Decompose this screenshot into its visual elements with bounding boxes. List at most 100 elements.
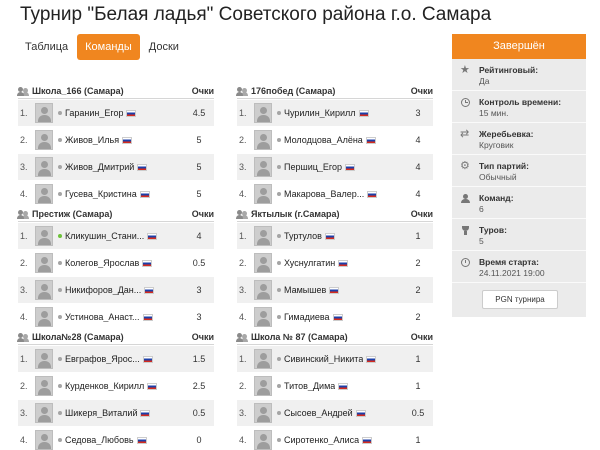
- avatar[interactable]: [254, 403, 272, 423]
- team-icon: [17, 209, 30, 219]
- player-row: 2. Молодцова_Алёна 4: [237, 127, 433, 153]
- avatar[interactable]: [254, 103, 272, 123]
- avatar[interactable]: [35, 376, 53, 396]
- status-dot-icon: [58, 192, 62, 196]
- team-block: Школа№28 (Самара) Очки 1. Евграфов_Ярос... 1…: [17, 331, 214, 450]
- tab-teams[interactable]: Команды: [77, 34, 140, 60]
- player-name[interactable]: Колегов_Ярослав: [65, 258, 139, 268]
- avatar[interactable]: [35, 130, 53, 150]
- player-name[interactable]: Курденков_Кирилл: [65, 381, 144, 391]
- russia-flag-icon: [367, 190, 378, 198]
- avatar[interactable]: [35, 280, 53, 300]
- status-dot-icon: [277, 234, 281, 238]
- avatar[interactable]: [254, 130, 272, 150]
- avatar[interactable]: [35, 307, 53, 327]
- player-name[interactable]: Першиц_Егор: [284, 162, 342, 172]
- player-name[interactable]: Сивинский_Никита: [284, 354, 363, 364]
- player-name[interactable]: Гусева_Кристина: [65, 189, 137, 199]
- player-name[interactable]: Туртулов: [284, 231, 322, 241]
- russia-flag-icon: [147, 232, 158, 240]
- russia-flag-icon: [345, 163, 355, 171]
- player-row: 1. Туртулов 1: [237, 223, 433, 249]
- tab-table[interactable]: Таблица: [18, 34, 75, 60]
- avatar[interactable]: [35, 103, 53, 123]
- player-name[interactable]: Никифоров_Дан...: [65, 285, 141, 295]
- status-dot-icon: [58, 384, 62, 388]
- player-name[interactable]: Устинова_Анаст...: [65, 312, 140, 322]
- status-dot-icon: [58, 261, 62, 265]
- team-header: Школа_166 (Самара) Очки: [17, 85, 214, 99]
- tab-boards[interactable]: Доски: [142, 34, 186, 60]
- player-row: 1. Евграфов_Ярос... 1.5: [18, 346, 214, 372]
- avatar[interactable]: [254, 157, 272, 177]
- pgn-download-button[interactable]: PGN турнира: [482, 290, 558, 309]
- avatar[interactable]: [254, 430, 272, 450]
- board-number: 2.: [20, 258, 28, 268]
- player-name[interactable]: Хуснулгатин: [284, 258, 335, 268]
- info-value: 15 мин.: [479, 108, 509, 118]
- team-name[interactable]: Школа_166 (Самара): [32, 86, 184, 96]
- board-number: 2.: [20, 135, 28, 145]
- player-name[interactable]: Шикеря_Виталий: [65, 408, 137, 418]
- russia-flag-icon: [122, 136, 133, 144]
- avatar[interactable]: [254, 280, 272, 300]
- team-name[interactable]: Престиж (Самара): [32, 209, 184, 219]
- player-row: 1. Гаранин_Егор 4.5: [18, 100, 214, 126]
- player-name[interactable]: Гимадиева: [284, 312, 330, 322]
- player-name[interactable]: Чурилин_Кирилл: [284, 108, 356, 118]
- avatar[interactable]: [254, 349, 272, 369]
- board-number: 1.: [20, 354, 28, 364]
- avatar[interactable]: [35, 403, 53, 423]
- team-block: 176побед (Самара) Очки 1. Чурилин_Кирилл 3 2.…: [236, 85, 433, 207]
- player-name[interactable]: Молодцова_Алёна: [284, 135, 363, 145]
- info-value: 5: [479, 236, 484, 246]
- team-header: 176побед (Самара) Очки: [236, 85, 433, 99]
- player-name[interactable]: Кликушин_Стани...: [65, 231, 144, 241]
- player-row: 3. Мамышев 2: [237, 277, 433, 303]
- board-number: 4.: [20, 189, 28, 199]
- star-icon: [460, 63, 470, 76]
- player-name[interactable]: Седова_Любовь: [65, 435, 134, 445]
- player-name[interactable]: Макарова_Валер...: [284, 189, 364, 199]
- russia-flag-icon: [338, 259, 349, 267]
- board-number: 1.: [20, 231, 28, 241]
- avatar[interactable]: [35, 253, 53, 273]
- player-name[interactable]: Живов_Илья: [65, 135, 119, 145]
- board-number: 4.: [239, 435, 247, 445]
- info-value: Да: [479, 76, 490, 86]
- player-name[interactable]: Мамышев: [284, 285, 326, 295]
- avatar[interactable]: [254, 253, 272, 273]
- player-name[interactable]: Сиротенко_Алиса: [284, 435, 359, 445]
- team-name[interactable]: 176побед (Самара): [251, 86, 403, 96]
- team-name[interactable]: Школа № 87 (Самара): [251, 332, 403, 342]
- team-name[interactable]: Яктылык (г.Самара): [251, 209, 403, 219]
- avatar[interactable]: [35, 430, 53, 450]
- player-name[interactable]: Титов_Дима: [284, 381, 335, 391]
- team-header: Престиж (Самара) Очки: [17, 208, 214, 222]
- page-title: Турнир "Белая ладья" Советского района г…: [20, 4, 492, 25]
- team-name[interactable]: Школа№28 (Самара): [32, 332, 184, 342]
- status-dot-icon: [277, 111, 281, 115]
- avatar[interactable]: [35, 226, 53, 246]
- board-number: 2.: [239, 135, 247, 145]
- board-number: 3.: [239, 162, 247, 172]
- avatar[interactable]: [35, 349, 53, 369]
- info-row: Тип партий:Обычный: [452, 155, 586, 187]
- player-name[interactable]: Евграфов_Ярос...: [65, 354, 140, 364]
- gear-icon: [460, 159, 470, 172]
- info-value: 6: [479, 204, 484, 214]
- player-row: 3. Никифоров_Дан... 3: [18, 277, 214, 303]
- avatar[interactable]: [35, 157, 53, 177]
- avatar[interactable]: [254, 226, 272, 246]
- player-name[interactable]: Гаранин_Егор: [65, 108, 123, 118]
- avatar[interactable]: [254, 184, 272, 204]
- info-row: Рейтинговый:Да: [452, 59, 586, 91]
- avatar[interactable]: [254, 376, 272, 396]
- avatar[interactable]: [254, 307, 272, 327]
- avatar[interactable]: [35, 184, 53, 204]
- status-dot-icon: [277, 315, 281, 319]
- player-name[interactable]: Живов_Дмитрий: [65, 162, 134, 172]
- player-name[interactable]: Сысоев_Андрей: [284, 408, 353, 418]
- info-label: Команд:: [479, 193, 514, 203]
- board-number: 1.: [239, 108, 247, 118]
